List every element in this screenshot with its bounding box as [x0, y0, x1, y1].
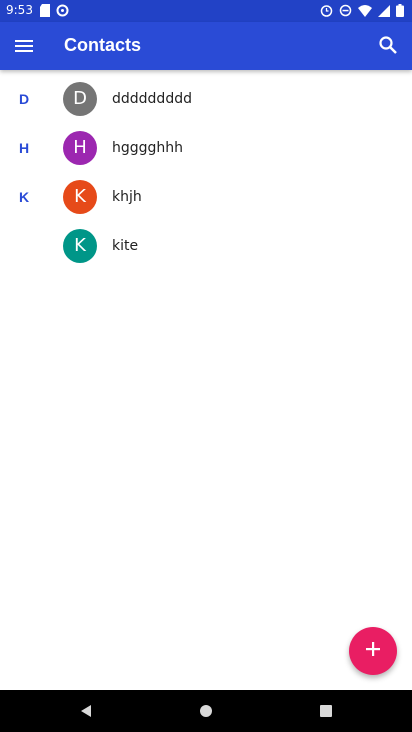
avatar: D — [63, 82, 97, 116]
recents-icon[interactable] — [317, 702, 335, 720]
status-bar: 9:53 — [0, 0, 412, 22]
sync-icon — [56, 4, 69, 22]
contact-row[interactable]: D D ddddddddd — [0, 75, 412, 124]
avatar: K — [63, 180, 97, 214]
status-time: 9:53 — [6, 3, 33, 17]
contact-name: kite — [112, 238, 139, 254]
wifi-icon — [358, 4, 372, 22]
navigation-bar — [0, 690, 412, 732]
avatar: H — [63, 131, 97, 165]
battery-icon — [396, 4, 404, 22]
avatar: K — [63, 229, 97, 263]
page-title: Contacts — [64, 35, 142, 55]
do-not-disturb-icon — [339, 4, 352, 22]
back-icon[interactable] — [77, 702, 95, 720]
contact-name: hgggghhh — [112, 140, 184, 156]
sd-card-icon — [40, 4, 50, 22]
contact-row[interactable]: K kite — [0, 222, 412, 271]
signal-icon — [378, 4, 390, 22]
contact-row[interactable]: H H hgggghhh — [0, 124, 412, 173]
app-bar: Contacts — [0, 22, 412, 70]
section-letter: K — [18, 189, 30, 205]
add-contact-button[interactable] — [349, 627, 397, 675]
alarm-icon — [320, 4, 333, 22]
home-icon[interactable] — [197, 702, 215, 720]
contact-list: D D ddddddddd H H hgggghhh K K khjh K ki… — [0, 75, 412, 271]
menu-icon[interactable] — [12, 34, 36, 58]
section-letter: D — [18, 91, 30, 107]
add-icon — [363, 639, 383, 664]
section-letter: H — [18, 140, 30, 156]
contact-name: khjh — [112, 189, 142, 205]
search-icon[interactable] — [376, 33, 400, 57]
contact-name: ddddddddd — [112, 91, 192, 107]
contact-row[interactable]: K K khjh — [0, 173, 412, 222]
